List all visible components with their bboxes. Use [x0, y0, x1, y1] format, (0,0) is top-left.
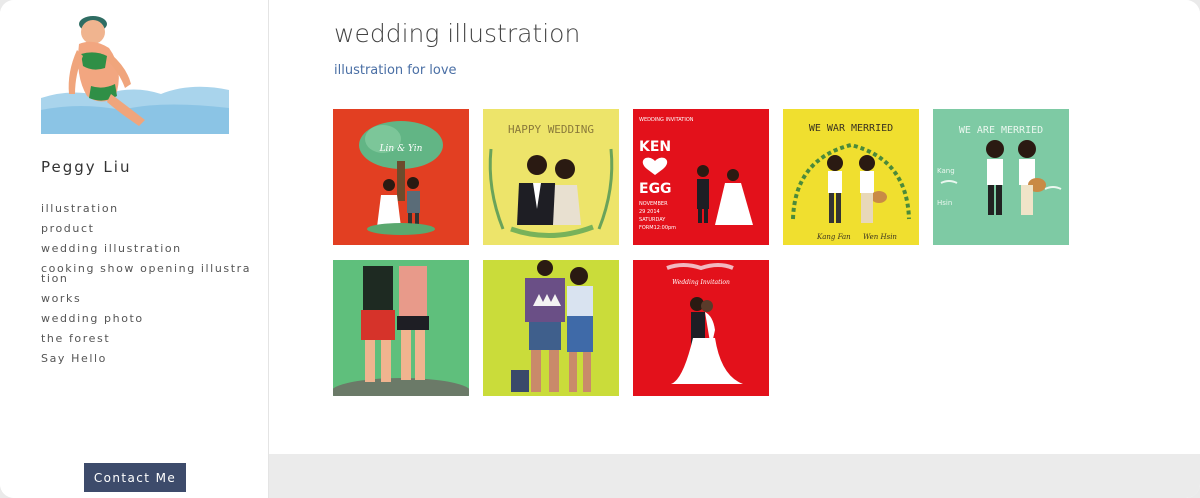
thumb-text-time: FORM12:00pm — [639, 225, 676, 231]
footer-band — [269, 454, 1200, 498]
thumb-text-ken: KEN — [639, 139, 671, 155]
thumb-text-date: 29 2014 — [639, 209, 660, 215]
thumb-text-name2: Wen Hsin — [863, 233, 897, 241]
page-subtitle: illustration for love — [334, 63, 457, 78]
page-title: wedding illustration — [334, 19, 581, 48]
thumb-text: WE WAR MERRIED — [809, 123, 893, 134]
wedding-invitation-thumb[interactable]: WEDDING INVITATION KEN EGG NOVEMBER 29 2… — [633, 109, 769, 245]
we-war-merried-thumb[interactable]: WE WAR MERRIED Kang Fan Wen Hsin — [783, 109, 919, 245]
happy-wedding-thumb[interactable]: HAPPY WEDDING — [483, 109, 619, 245]
nav-item-illustration[interactable]: illustration — [41, 203, 253, 214]
thumb-text-name2: Hsin — [937, 199, 952, 207]
thumb-text-name1: Kang Fan — [816, 233, 851, 241]
thumb-text: Lin & Yin — [379, 144, 423, 154]
nav-item-the-forest[interactable]: the forest — [41, 333, 253, 344]
thumb-text-name1: Kang — [937, 167, 955, 175]
sidebar-nav: illustration product wedding illustratio… — [41, 203, 253, 374]
nav-item-wedding-photo[interactable]: wedding photo — [41, 313, 253, 324]
we-are-merried-thumb[interactable]: WE ARE MERRIED Kang Hsin — [933, 109, 1069, 245]
contact-me-button[interactable]: Contact Me — [84, 463, 186, 492]
thumb-text: Wedding Invitation — [672, 279, 730, 286]
thumb-text: HAPPY WEDDING — [508, 123, 594, 136]
bride-groom-dance-thumb[interactable]: Wedding Invitation — [633, 260, 769, 396]
couple-under-tree-thumb[interactable]: Lin & Yin — [333, 109, 469, 245]
thumb-text-egg: EGG — [639, 181, 672, 197]
sidebar: Peggy Liu illustration product wedding i… — [0, 0, 269, 498]
couple-walking-thumb[interactable] — [333, 260, 469, 396]
nav-item-wedding-illustration[interactable]: wedding illustration — [41, 243, 253, 254]
couple-standing-thumb[interactable] — [483, 260, 619, 396]
swimmer-illustration-logo[interactable] — [41, 10, 229, 134]
thumb-text: WEDDING INVITATION — [639, 117, 694, 123]
site-name[interactable]: Peggy Liu — [41, 158, 131, 176]
nav-item-cooking-show[interactable]: cooking show opening illustration — [41, 263, 253, 284]
nav-item-works[interactable]: works — [41, 293, 253, 304]
main-content: wedding illustration illustration for lo… — [269, 0, 1200, 454]
nav-item-say-hello[interactable]: Say Hello — [41, 353, 253, 364]
thumb-text: WE ARE MERRIED — [959, 125, 1043, 136]
thumb-text-month: NOVEMBER — [639, 201, 668, 207]
thumb-text-day: SATURDAY — [639, 217, 666, 223]
nav-item-product[interactable]: product — [41, 223, 253, 234]
browser-page: Peggy Liu illustration product wedding i… — [0, 0, 1200, 498]
